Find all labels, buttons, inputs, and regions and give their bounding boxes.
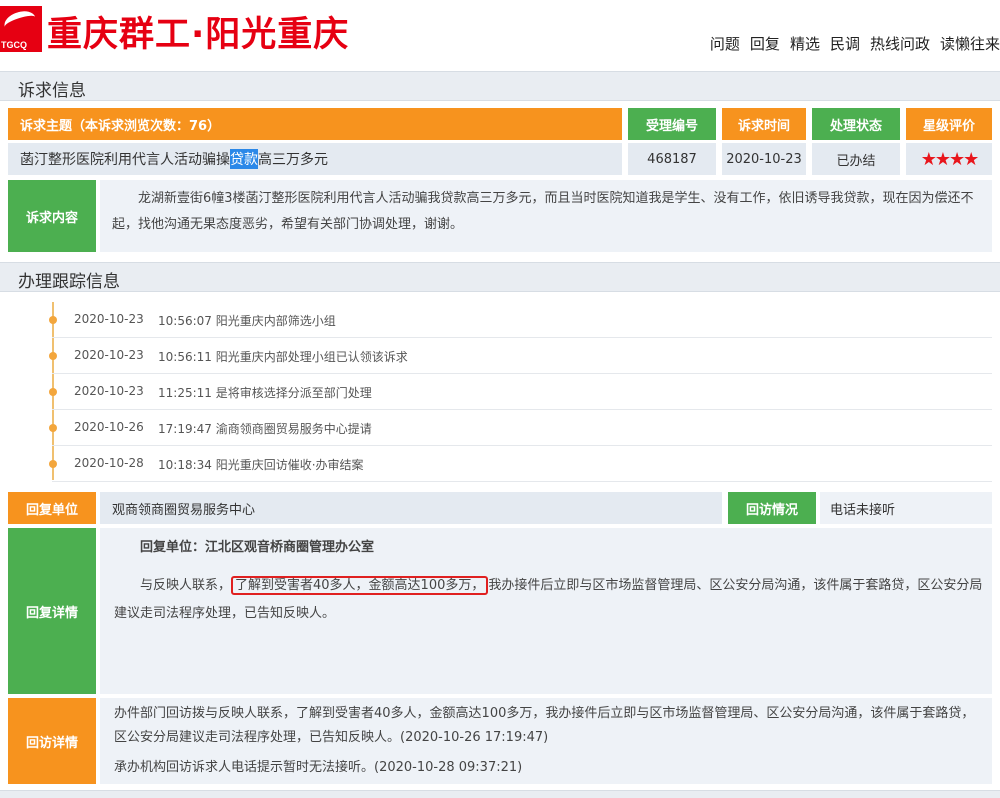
rating-header: 星级评价 <box>906 108 992 140</box>
reply-unit-value: 观商领商圈贸易服务中心 <box>100 492 722 524</box>
date-value: 2020-10-23 <box>722 143 806 175</box>
timeline-text: 10:56:11 阳光重庆内部处理小组已认领该诉求 <box>158 350 408 364</box>
timeline-date: 2020-10-23 <box>74 348 144 362</box>
timeline-dot-icon <box>49 352 57 360</box>
status-header: 处理状态 <box>812 108 900 140</box>
timeline-dot-icon <box>49 388 57 396</box>
tracking-section-header: 办理跟踪信息 <box>0 262 1000 292</box>
subject-header: 诉求主题（本诉求浏览次数：76） <box>8 108 622 140</box>
reply-detail-text: 与反映人联系， 了解到受害者40多人，金额高达100多万， 我办接件后立即与区市场监… <box>114 572 984 628</box>
subject-text-post: 高三万多元 <box>258 152 328 168</box>
nav-item-featured[interactable]: 精选 <box>790 33 820 57</box>
timeline-text: 17:19:47 渝商领商圈贸易服务中心提请 <box>158 422 372 436</box>
reply-unit-line: 回复单位：江北区观音桥商圈管理办公室 <box>140 540 375 555</box>
reply-detail-panel: 回复单位：江北区观音桥商圈管理办公室 与反映人联系， 了解到受害者40多人，金额高… <box>100 528 992 694</box>
timeline-date: 2020-10-23 <box>74 312 144 326</box>
status-value: 已办结 <box>812 143 900 175</box>
nav-item-survey[interactable]: 民调 <box>830 33 860 57</box>
timeline-date: 2020-10-23 <box>74 384 144 398</box>
timeline-text: 10:18:34 阳光重庆回访催收·办审结案 <box>158 458 364 472</box>
content-label: 诉求内容 <box>8 180 96 252</box>
timeline-dot-icon <box>49 460 57 468</box>
reply-text-pre: 与反映人联系， <box>140 578 232 593</box>
site-title: 重庆群工·阳光重庆 <box>47 15 350 55</box>
nav-item-replies[interactable]: 回复 <box>750 33 780 57</box>
timeline-row: 2020-10-23 10:56:07 阳光重庆内部筛选小组 <box>49 302 992 338</box>
followup-text: 办件部门回访拨与反映人联系，了解到受害者40多人，金额高达100多万，我办接件后… <box>114 706 975 745</box>
ticket-no-header: 受理编号 <box>628 108 716 140</box>
subject-text-pre: 菡汀整形医院利用代言人活动骗操 <box>20 152 230 168</box>
reply-unit-label: 回复单位 <box>8 492 96 524</box>
appeal-section-title: 诉求信息 <box>18 81 86 101</box>
timeline-date: 2020-10-26 <box>74 420 144 434</box>
site-header: TGCQ 重庆群工·阳光重庆 问题 回复 精选 民调 热线问政 读懒往来 <box>0 0 1000 62</box>
timeline-date: 2020-10-28 <box>74 456 144 470</box>
star-rating-stars: ★★★★ <box>920 148 980 170</box>
followup-panel: 办件部门回访拨与反映人联系，了解到受害者40多人，金额高达100多万，我办接件后… <box>100 698 992 784</box>
followup-label: 回访详情 <box>8 698 96 784</box>
subject-value: 菡汀整形医院利用代言人活动骗操 贷款 高三万多元 <box>8 143 622 175</box>
timeline-dot-icon <box>49 424 57 432</box>
timeline-dot-icon <box>49 316 57 324</box>
subject-text-highlight: 贷款 <box>230 149 258 169</box>
timeline-text: 10:56:07 阳光重庆内部筛选小组 <box>158 314 336 328</box>
timeline-row: 2020-10-23 11:25:11 是将审核选择分派至部门处理 <box>49 374 992 410</box>
star-rating: ★★★★ <box>906 143 992 175</box>
site-logo[interactable]: TGCQ <box>0 6 42 52</box>
logo-swoosh-icon <box>1 7 39 37</box>
timeline-text: 11:25:11 是将审核选择分派至部门处理 <box>158 386 372 400</box>
followup-text-2: 承办机构回访诉求人电话提示暂时无法接听。(2020-10-28 09:37:21… <box>114 760 523 775</box>
nav-item-questions[interactable]: 问题 <box>710 33 740 57</box>
tracking-section-title: 办理跟踪信息 <box>18 272 120 292</box>
bottom-divider <box>0 790 1000 798</box>
main-nav: 问题 回复 精选 民调 热线问政 读懒往来 <box>710 33 1000 57</box>
reply-detail-label: 回复详情 <box>8 528 96 694</box>
logo-text: TGCQ <box>1 40 27 50</box>
reply-text-highlighted: 了解到受害者40多人，金额高达100多万， <box>231 576 489 595</box>
date-header: 诉求时间 <box>722 108 806 140</box>
timeline-row: 2020-10-28 10:18:34 阳光重庆回访催收·办审结案 <box>49 446 992 482</box>
content-panel: 龙湖新壹街6幢3楼菡汀整形医院利用代言人活动骗我贷款高三万多元，而且当时医院知道… <box>100 180 992 252</box>
visit-value: 电话未接听 <box>820 492 992 524</box>
appeal-section-header: 诉求信息 <box>0 71 1000 101</box>
timeline-row: 2020-10-23 10:56:11 阳光重庆内部处理小组已认领该诉求 <box>49 338 992 374</box>
timeline-row: 2020-10-26 17:19:47 渝商领商圈贸易服务中心提请 <box>49 410 992 446</box>
content-text: 龙湖新壹街6幢3楼菡汀整形医院利用代言人活动骗我贷款高三万多元，而且当时医院知道… <box>112 191 974 232</box>
nav-item-reader-letters[interactable]: 读懒往来 <box>940 33 1000 57</box>
visit-label: 回访情况 <box>728 492 816 524</box>
ticket-no-value: 468187 <box>628 143 716 175</box>
nav-item-hotline[interactable]: 热线问政 <box>870 33 930 57</box>
